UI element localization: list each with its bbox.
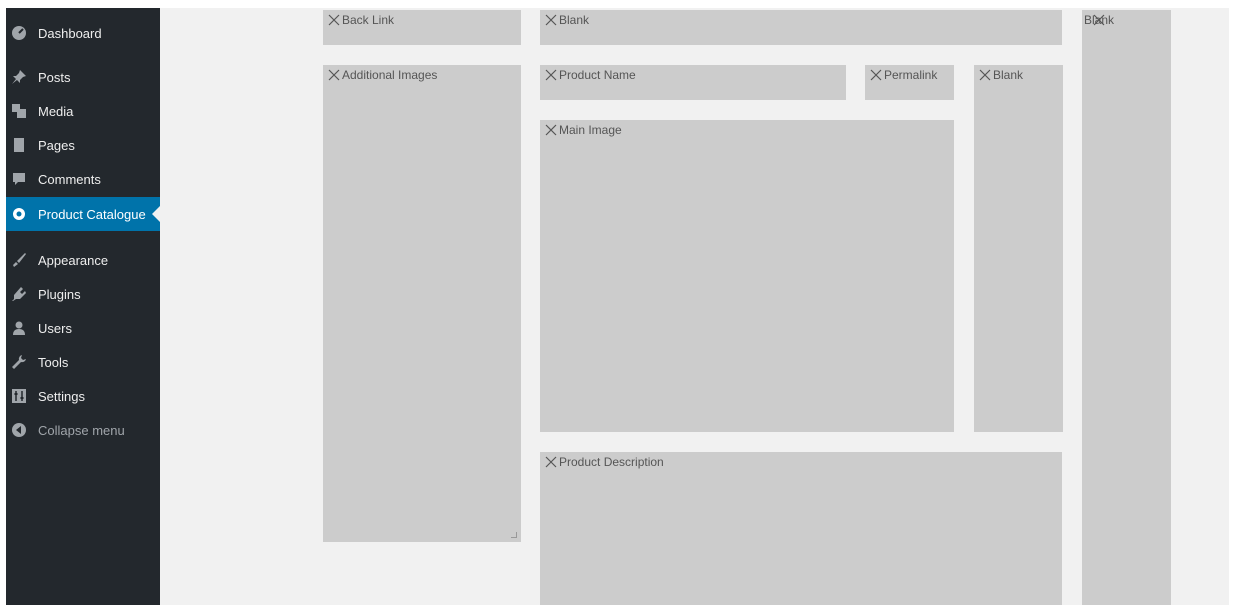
layout-block-additional-images[interactable]: Additional Images — [323, 65, 521, 542]
sidebar-item-label: Media — [38, 103, 74, 119]
admin-sidebar: Dashboard Posts Media Pages Comments Pro… — [6, 8, 160, 605]
layout-block-back-link[interactable]: Back Link — [323, 10, 521, 45]
sidebar-item-label: Posts — [38, 69, 71, 85]
settings-icon — [11, 388, 27, 404]
user-icon — [11, 320, 27, 336]
sidebar-item-media[interactable]: Media — [6, 94, 160, 128]
sidebar-item-label: Tools — [38, 354, 69, 370]
close-icon[interactable] — [327, 13, 341, 27]
layout-block-blank-tall[interactable]: Blank — [1082, 10, 1171, 605]
sidebar-item-label: Collapse menu — [38, 422, 125, 438]
close-icon[interactable] — [1092, 13, 1106, 27]
gear-icon — [11, 206, 27, 222]
layout-block-product-name[interactable]: Product Name — [540, 65, 846, 100]
block-label: Permalink — [884, 68, 938, 82]
sidebar-item-label: Product Catalogue — [38, 206, 146, 222]
layout-block-blank[interactable]: Blank — [540, 10, 1062, 45]
block-label: Blank — [993, 68, 1024, 82]
sidebar-item-label: Settings — [38, 388, 85, 404]
block-label: Back Link — [342, 13, 395, 27]
close-icon[interactable] — [327, 68, 341, 82]
close-icon[interactable] — [869, 68, 883, 82]
close-icon[interactable] — [978, 68, 992, 82]
layout-block-main-image[interactable]: Main Image — [540, 120, 954, 432]
block-label: Product Description — [559, 455, 664, 469]
sidebar-item-label: Plugins — [38, 286, 81, 302]
pin-icon — [11, 69, 27, 85]
sidebar-item-label: Comments — [38, 171, 101, 187]
media-icon — [11, 103, 27, 119]
block-label: Blank — [559, 13, 590, 27]
block-label: Product Name — [559, 68, 636, 82]
comment-icon — [11, 171, 27, 187]
sidebar-item-users[interactable]: Users — [6, 311, 160, 345]
sidebar-item-dashboard[interactable]: Dashboard — [6, 16, 160, 50]
sidebar-item-plugins[interactable]: Plugins — [6, 277, 160, 311]
layout-block-blank-side[interactable]: Blank — [974, 65, 1063, 432]
wrench-icon — [11, 354, 27, 370]
block-label: Additional Images — [342, 68, 438, 82]
close-icon[interactable] — [544, 455, 558, 469]
block-label: Main Image — [559, 123, 622, 137]
sidebar-item-product-catalogue[interactable]: Product Catalogue — [6, 197, 160, 231]
brush-icon — [11, 252, 27, 268]
sidebar-item-pages[interactable]: Pages — [6, 128, 160, 162]
sidebar-item-settings[interactable]: Settings — [6, 379, 160, 413]
plug-icon — [11, 286, 27, 302]
sidebar-item-label: Users — [38, 320, 72, 336]
sidebar-item-tools[interactable]: Tools — [6, 345, 160, 379]
collapse-icon — [11, 422, 27, 438]
sidebar-item-label: Appearance — [38, 252, 109, 268]
pages-icon — [11, 137, 27, 153]
layout-editor-canvas: Back Link Blank Blank Additional Images … — [160, 8, 1229, 605]
close-icon[interactable] — [544, 13, 558, 27]
collapse-menu-button[interactable]: Collapse menu — [6, 413, 160, 447]
sidebar-item-label: Pages — [38, 137, 75, 153]
sidebar-item-label: Dashboard — [38, 25, 102, 41]
close-icon[interactable] — [544, 68, 558, 82]
layout-block-permalink[interactable]: Permalink — [865, 65, 954, 100]
sidebar-item-posts[interactable]: Posts — [6, 60, 160, 94]
close-icon[interactable] — [544, 123, 558, 137]
layout-block-product-description[interactable]: Product Description — [540, 452, 1062, 605]
dashboard-icon — [11, 25, 27, 41]
sidebar-item-comments[interactable]: Comments — [6, 162, 160, 196]
sidebar-item-appearance[interactable]: Appearance — [6, 243, 160, 277]
resize-handle[interactable] — [511, 532, 517, 538]
